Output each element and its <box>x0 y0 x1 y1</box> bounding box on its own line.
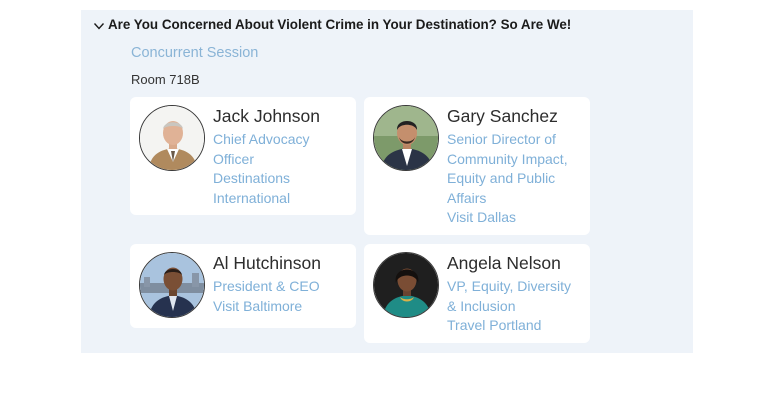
speaker-organization: Visit Baltimore <box>213 297 303 314</box>
speaker-organization: Travel Portland <box>447 317 542 333</box>
speaker-title-line: & Inclusion <box>447 297 516 314</box>
speaker-organization: Destinations <box>213 170 291 186</box>
speaker-card[interactable]: Al Hutchinson President & CEO Visit Balt… <box>130 244 356 328</box>
speaker-name[interactable]: Al Hutchinson <box>213 253 321 274</box>
speaker-title-line: Affairs <box>447 189 487 206</box>
speaker-name[interactable]: Jack Johnson <box>213 106 320 127</box>
speaker-title-line: Chief Advocacy <box>213 131 310 147</box>
session-room: Room 718B <box>131 72 200 87</box>
speaker-details: VP, Equity, Diversity & Inclusion Travel… <box>447 277 571 336</box>
speaker-name[interactable]: Angela Nelson <box>447 253 561 274</box>
speaker-title-line: President & CEO <box>213 278 320 294</box>
speaker-organization: Visit Dallas <box>447 209 516 225</box>
speaker-card[interactable]: Gary Sanchez Senior Director of Communit… <box>364 97 590 235</box>
session-panel: Are You Concerned About Violent Crime in… <box>81 10 693 353</box>
speaker-title-line: Community Impact, <box>447 150 568 167</box>
speaker-title-line: Equity and Public <box>447 170 556 186</box>
avatar <box>139 252 205 318</box>
avatar <box>373 252 439 318</box>
speaker-title-line: VP, Equity, Diversity <box>447 278 571 294</box>
speaker-details: Senior Director of Community Impact, Equ… <box>447 130 568 228</box>
speaker-details: President & CEO Visit Baltimore <box>213 277 320 316</box>
speaker-name[interactable]: Gary Sanchez <box>447 106 558 127</box>
chevron-down-icon[interactable] <box>93 19 105 31</box>
speaker-title-line: Officer <box>213 150 254 167</box>
speaker-card[interactable]: Jack Johnson Chief Advocacy Officer Dest… <box>130 97 356 215</box>
avatar <box>139 105 205 171</box>
session-title[interactable]: Are You Concerned About Violent Crime in… <box>108 17 571 32</box>
speaker-title-line: Senior Director of <box>447 131 556 147</box>
speaker-organization: International <box>213 189 291 206</box>
speaker-details: Chief Advocacy Officer Destinations Inte… <box>213 130 310 208</box>
session-type: Concurrent Session <box>131 45 259 61</box>
speaker-card[interactable]: Angela Nelson VP, Equity, Diversity & In… <box>364 244 590 343</box>
session-header[interactable]: Are You Concerned About Violent Crime in… <box>93 17 571 32</box>
avatar <box>373 105 439 171</box>
